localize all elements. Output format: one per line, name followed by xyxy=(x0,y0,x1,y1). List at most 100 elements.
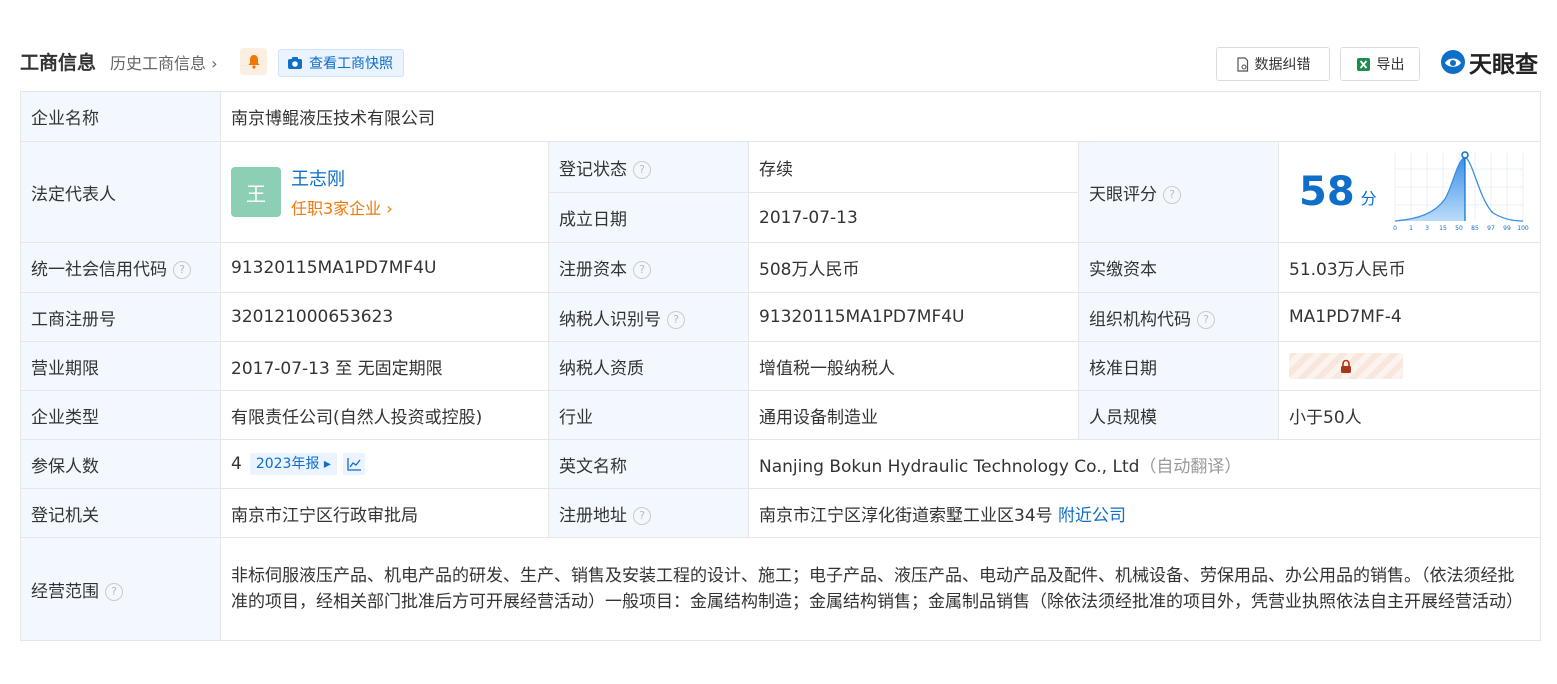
reg-status-label-cell: 登记状态? xyxy=(548,141,749,193)
english-name-value: Nanjing Bokun Hydraulic Technology Co., … xyxy=(759,456,1140,477)
approval-date-label: 核准日期 xyxy=(1078,341,1279,391)
industry-value: 通用设备制造业 xyxy=(748,390,1079,440)
score-value: 58 xyxy=(1299,169,1355,215)
axis-tick: 85 xyxy=(1471,225,1479,232)
score-label-cell: 天眼评分? xyxy=(1078,141,1279,243)
taxpayer-id-value: 91320115MA1PD7MF4U xyxy=(748,292,1079,342)
data-correct-button[interactable]: 数据纠错 xyxy=(1216,47,1330,81)
annual-report-tag[interactable]: 2023年报 ▸ xyxy=(249,453,337,475)
axis-tick: 100 xyxy=(1517,225,1529,232)
approval-date-cell xyxy=(1278,341,1541,391)
paid-capital-value: 51.03万人民币 xyxy=(1278,242,1541,293)
caret-right-icon: ▸ xyxy=(319,456,331,472)
camera-icon xyxy=(288,57,302,69)
business-scope-value: 非标伺服液压产品、机电产品的研发、生产、销售及安装工程的设计、施工；电子产品、液… xyxy=(220,537,1541,641)
taxpayer-type-value: 增值税一般纳税人 xyxy=(748,341,1079,391)
help-icon[interactable]: ? xyxy=(105,582,123,601)
business-scope-label: 经营范围 xyxy=(31,581,99,602)
reg-address-cell: 南京市江宁区淳化街道索墅工业区34号 附近公司 xyxy=(748,488,1541,538)
score-unit: 分 xyxy=(1360,189,1377,208)
table-row: 法定代表人 王 王志刚 任职3家企业 › 登记状态? 存续 天眼评分? 58 分 xyxy=(20,141,1541,243)
document-check-icon xyxy=(1236,56,1248,72)
company-type-label: 企业类型 xyxy=(20,390,221,440)
score-label: 天眼评分 xyxy=(1089,184,1157,205)
taxpayer-type-label: 纳税人资质 xyxy=(548,341,749,391)
english-name-cell: Nanjing Bokun Hydraulic Technology Co., … xyxy=(748,439,1541,489)
subscribe-button[interactable] xyxy=(240,48,267,75)
table-row: 统一社会信用代码? 91320115MA1PD7MF4U 注册资本? 508万人… xyxy=(20,242,1541,293)
reg-address-label-cell: 注册地址? xyxy=(548,488,749,538)
axis-tick: 97 xyxy=(1487,225,1495,232)
help-icon[interactable]: ? xyxy=(1197,310,1215,329)
reg-capital-value: 508万人民币 xyxy=(748,242,1079,293)
score-cell[interactable]: 58 分 0 1 3 15 50 85 97 99 100 xyxy=(1278,141,1541,243)
axis-tick: 50 xyxy=(1455,225,1463,232)
export-label: 导出 xyxy=(1376,57,1405,73)
axis-tick: 15 xyxy=(1439,225,1447,232)
org-code-label-cell: 组织机构代码? xyxy=(1078,292,1279,342)
axis-tick: 1 xyxy=(1409,225,1413,232)
english-name-label: 英文名称 xyxy=(548,439,749,489)
help-icon[interactable]: ? xyxy=(633,261,651,279)
reg-capital-label-cell: 注册资本? xyxy=(548,242,749,293)
insured-label: 参保人数 xyxy=(20,439,221,489)
data-correct-label: 数据纠错 xyxy=(1254,57,1311,73)
insured-value: 4 xyxy=(231,454,242,474)
help-icon[interactable]: ? xyxy=(1163,185,1181,204)
chevron-right-icon: › xyxy=(381,199,393,218)
company-type-value: 有限责任公司(自然人投资或控股) xyxy=(220,390,549,440)
score-distribution-chart: 0 1 3 15 50 85 97 99 100 xyxy=(1393,151,1529,232)
table-row: 企业名称 南京博鲲液压技术有限公司 xyxy=(20,91,1541,142)
snapshot-button[interactable]: 查看工商快照 xyxy=(278,49,404,77)
staff-size-value: 小于50人 xyxy=(1278,390,1541,440)
est-date-value: 2017-07-13 xyxy=(748,192,1079,243)
nearby-companies-link[interactable]: 附近公司 xyxy=(1058,506,1126,526)
help-icon[interactable]: ? xyxy=(633,506,651,525)
org-code-label: 组织机构代码 xyxy=(1089,309,1191,330)
table-row: 登记机关 南京市江宁区行政审批局 注册地址? 南京市江宁区淳化街道索墅工业区34… xyxy=(20,488,1541,538)
section-title: 工商信息 xyxy=(20,52,97,74)
help-icon[interactable]: ? xyxy=(173,261,191,279)
business-term-label: 营业期限 xyxy=(20,341,221,391)
company-name-label: 企业名称 xyxy=(20,91,221,142)
help-icon[interactable]: ? xyxy=(633,160,651,179)
lock-icon xyxy=(1341,359,1351,373)
company-name-value: 南京博鲲液压技术有限公司 xyxy=(220,91,1541,142)
taxpayer-id-label: 纳税人识别号 xyxy=(559,309,661,330)
credit-code-label-cell: 统一社会信用代码? xyxy=(20,242,221,293)
locked-value[interactable] xyxy=(1289,353,1403,379)
annual-report-label: 2023年报 xyxy=(255,456,320,472)
eye-logo-icon xyxy=(1441,50,1465,74)
paid-capital-label: 实缴资本 xyxy=(1078,242,1279,293)
avatar: 王 xyxy=(231,167,281,217)
business-info-table: 企业名称 南京博鲲液压技术有限公司 法定代表人 王 王志刚 任职3家企业 › 登… xyxy=(20,91,1541,641)
history-link[interactable]: 历史工商信息 › xyxy=(110,50,218,74)
table-row: 企业类型 有限责任公司(自然人投资或控股) 行业 通用设备制造业 人员规模 小于… xyxy=(20,390,1541,440)
industry-label: 行业 xyxy=(548,390,749,440)
auto-translate-note: （自动翻译） xyxy=(1139,456,1242,477)
reg-status-value: 存续 xyxy=(748,141,1079,193)
bell-icon xyxy=(248,55,259,69)
axis-tick: 3 xyxy=(1425,225,1429,232)
staff-size-label: 人员规模 xyxy=(1078,390,1279,440)
legal-rep-positions-link[interactable]: 任职3家企业 › xyxy=(291,195,393,219)
legal-rep-name[interactable]: 王志刚 xyxy=(291,165,393,191)
snapshot-label: 查看工商快照 xyxy=(309,56,393,72)
table-row: 经营范围? 非标伺服液压产品、机电产品的研发、生产、销售及安装工程的设计、施工；… xyxy=(20,537,1541,641)
export-button[interactable]: 导出 xyxy=(1340,47,1420,81)
tianyancha-logo: 天眼查 xyxy=(1440,46,1538,78)
table-row: 营业期限 2017-07-13 至 无固定期限 纳税人资质 增值税一般纳税人 核… xyxy=(20,341,1541,391)
table-row: 工商注册号 320121000653623 纳税人识别号? 91320115MA… xyxy=(20,292,1541,342)
table-row: 参保人数 4 2023年报 ▸ 英文名称 Nanjing Bokun Hydrau… xyxy=(20,439,1541,489)
reg-number-value: 320121000653623 xyxy=(220,292,549,342)
trend-chart-button[interactable] xyxy=(342,453,365,475)
logo-text: 天眼查 xyxy=(1469,52,1538,78)
insured-cell: 4 2023年报 ▸ xyxy=(220,439,549,489)
reg-capital-label: 注册资本 xyxy=(559,260,627,280)
taxpayer-id-label-cell: 纳税人识别号? xyxy=(548,292,749,342)
est-date-label: 成立日期 xyxy=(548,192,749,243)
help-icon[interactable]: ? xyxy=(667,310,685,329)
credit-code-value: 91320115MA1PD7MF4U xyxy=(220,242,549,293)
credit-code-label: 统一社会信用代码 xyxy=(31,260,167,280)
reg-authority-value: 南京市江宁区行政审批局 xyxy=(220,488,549,538)
